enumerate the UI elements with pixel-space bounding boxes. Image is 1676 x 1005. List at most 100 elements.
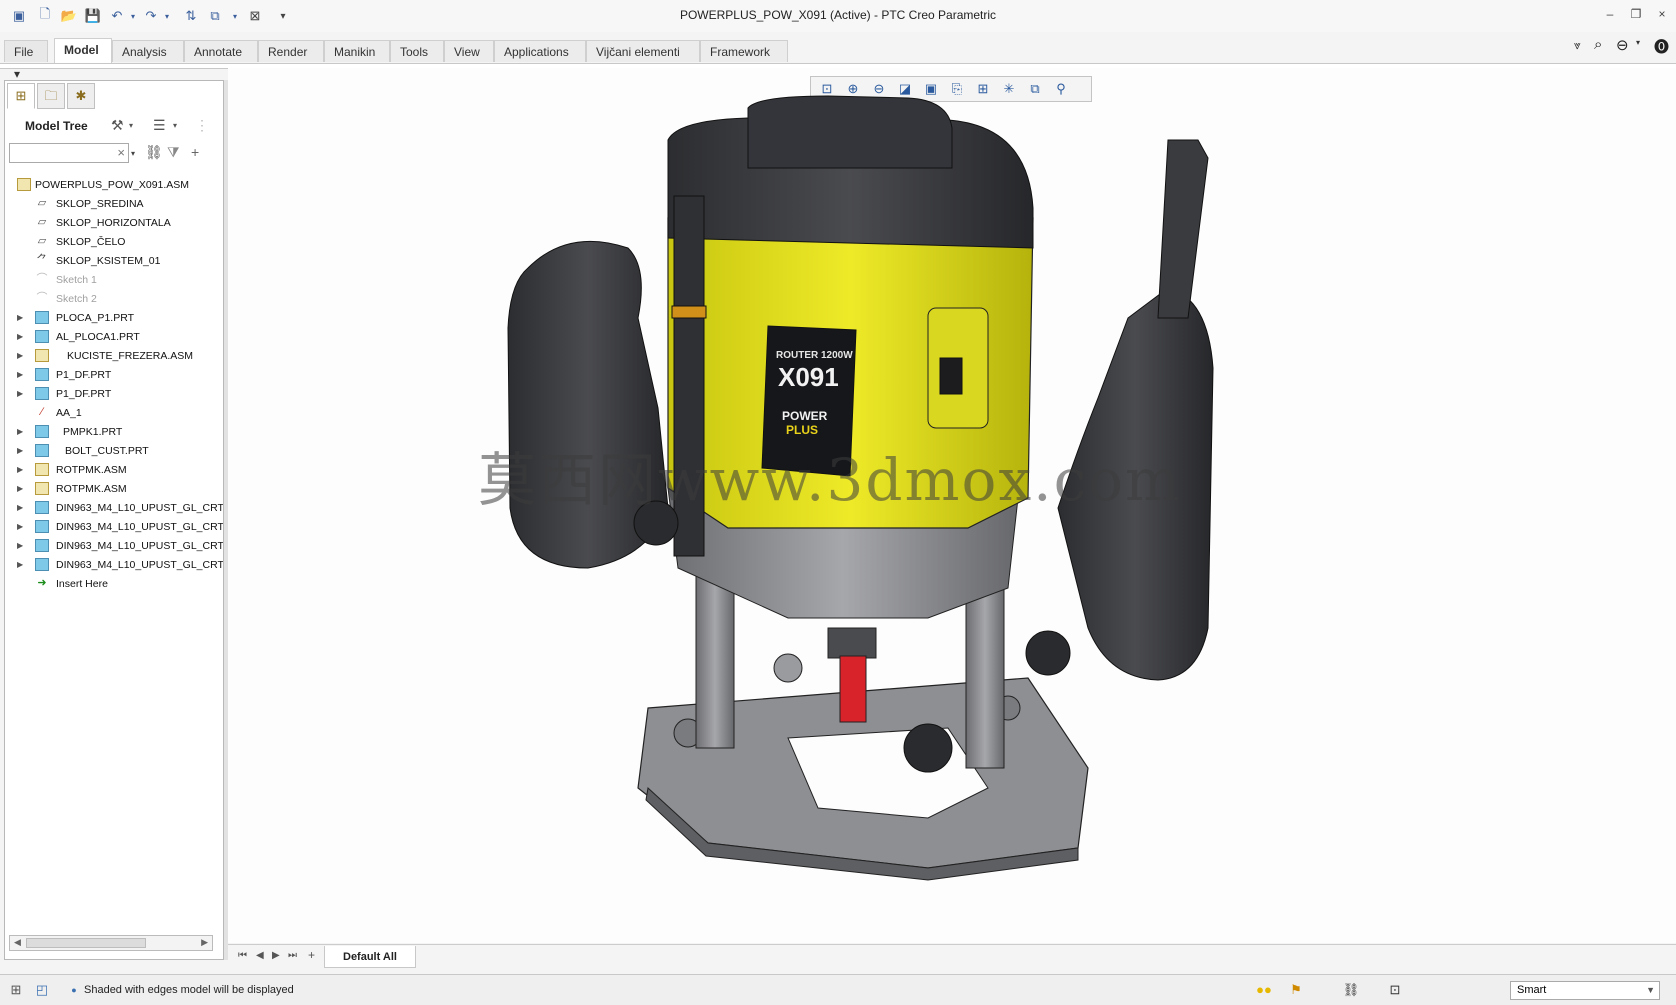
tree-item[interactable]: ➜ Insert Here [5, 574, 223, 594]
find-binoculars-icon[interactable]: ⛓ [145, 144, 163, 161]
tree-settings-dropdown-icon[interactable]: ▾ [129, 121, 133, 130]
flag-icon[interactable]: ⚑ [1286, 980, 1306, 1000]
router-bit[interactable] [839, 655, 867, 723]
selection-list-icon[interactable]: ⊡ [1384, 980, 1406, 1000]
tree-item[interactable]: ▱ SKLOP_ČELO [5, 232, 223, 252]
expand-arrow-icon[interactable]: ▶ [17, 422, 23, 442]
tree-columns-icon[interactable]: ⋮ [195, 117, 209, 134]
clear-search-icon[interactable]: × [117, 145, 125, 160]
scroll-right-icon[interactable]: ▶ [201, 937, 208, 948]
next-tab-icon[interactable]: ▶ [272, 950, 280, 961]
favorites-tab-icon[interactable]: ✱ [67, 83, 95, 109]
toggle-browser-icon[interactable]: ◰ [32, 980, 52, 1000]
tab-file[interactable]: File ▾ [4, 40, 48, 81]
tree-item[interactable]: ⺈ SKLOP_KSISTEM_01 [5, 251, 223, 271]
tab-view[interactable]: View [444, 40, 494, 62]
scrollbar-thumb[interactable] [26, 938, 146, 948]
scroll-left-icon[interactable]: ◀ [14, 937, 21, 948]
minimize-button[interactable]: – [1600, 7, 1620, 23]
community-dropdown-icon[interactable]: ▾ [1636, 38, 1640, 47]
tree-item[interactable]: ⌒ Sketch 2 [5, 289, 223, 309]
tab-default-all[interactable]: Default All [324, 946, 416, 968]
expand-arrow-icon[interactable]: ▶ [17, 365, 23, 385]
show-list-dropdown-icon[interactable]: ▾ [173, 121, 177, 130]
expand-arrow-icon[interactable]: ▶ [17, 327, 23, 347]
expand-arrow-icon[interactable]: ▶ [17, 555, 23, 575]
tab-analysis[interactable]: Analysis [112, 40, 184, 62]
tab-render[interactable]: Render [258, 40, 324, 62]
expand-arrow-icon[interactable]: ▶ [17, 536, 23, 556]
collet[interactable] [827, 627, 877, 659]
depth-lock-knob[interactable] [903, 723, 953, 773]
title-bar: ▣ 🗋 📂 💾 ↶ ▾ ↷ ▾ ⇅ ⧉ ▾ ⊠ ▾ POWERPLUS_POW_… [0, 0, 1676, 32]
tab-manikin[interactable]: Manikin [324, 40, 390, 62]
tab-tools[interactable]: Tools [390, 40, 444, 62]
window-title: POWERPLUS_POW_X091 (Active) - PTC Creo P… [679, 8, 997, 22]
right-lock-knob[interactable] [1025, 630, 1071, 676]
expand-arrow-icon[interactable]: ▶ [17, 384, 23, 404]
model-tree-tab-icon[interactable]: ⊞ [7, 83, 35, 109]
tree-item[interactable]: ▶ DIN963_M4_L10_UPUST_GL_CRT/ [5, 555, 223, 575]
tree-search-input[interactable]: × [9, 143, 129, 163]
search-icon[interactable]: ⌕ [1594, 36, 1602, 53]
graphics-window[interactable]: ⊡ ⊕ ⊖ ◪ ▣ ⎘ ⊞ ✳ ⧉ ⚲ ROUTER 1200W X091 PO… [228, 68, 1676, 943]
tab-framework[interactable]: Framework [700, 40, 788, 62]
tree-item[interactable]: ▶ AL_PLOCA1.PRT [5, 327, 223, 347]
tab-model[interactable]: Model [54, 38, 112, 63]
tree-item[interactable]: ▶ BOLT_CUST.PRT [5, 441, 223, 461]
insert-arrow-icon: ➜ [37, 577, 47, 589]
tab-applications[interactable]: Applications [494, 40, 586, 62]
regen-status-icon[interactable]: ●● [1250, 980, 1278, 1000]
first-tab-icon[interactable]: ⏮ [238, 950, 247, 961]
cord-guard[interactable] [1157, 139, 1209, 319]
expand-arrow-icon[interactable]: ▶ [17, 517, 23, 537]
last-tab-icon[interactable]: ⏭ [288, 950, 297, 961]
tree-item[interactable]: ▱ SKLOP_SREDINA [5, 194, 223, 214]
restore-button[interactable]: ❐ [1626, 7, 1646, 23]
tree-item[interactable]: ▶ ROTPMK.ASM [5, 460, 223, 480]
find-binoculars-status-icon[interactable]: ⛓ [1340, 980, 1362, 1000]
minimize-ribbon-icon[interactable]: ⩔ [1574, 38, 1581, 53]
show-list-icon[interactable]: ☰ [153, 117, 166, 134]
tree-item[interactable]: POWERPLUS_POW_X091.ASM [5, 175, 223, 195]
help-icon[interactable]: ⓿ [1654, 36, 1669, 57]
tree-item[interactable]: ∕ AA_1 [5, 403, 223, 423]
tree-item[interactable]: ⌒ Sketch 1 [5, 270, 223, 290]
add-column-icon[interactable]: + [191, 144, 199, 160]
router-model[interactable]: ROUTER 1200W X091 POWER PLUS 莫西网www.3dmo… [228, 68, 1676, 943]
datum-plane-icon: ▱ [37, 235, 47, 247]
tree-settings-icon[interactable]: ⚒ [111, 117, 124, 134]
filter-icon[interactable]: ⧩ [167, 144, 180, 161]
close-button[interactable]: × [1652, 7, 1672, 23]
tab-vijcani-elementi[interactable]: Vijčani elementi [586, 40, 700, 62]
expand-arrow-icon[interactable]: ▶ [17, 346, 23, 366]
folder-browser-tab-icon[interactable]: 🗀 [37, 83, 65, 109]
tree-item-label: Sketch 2 [56, 293, 97, 305]
expand-arrow-icon[interactable]: ▶ [17, 441, 23, 461]
community-icon[interactable]: ⊖ [1616, 36, 1629, 54]
expand-arrow-icon[interactable]: ▶ [17, 498, 23, 518]
tree-item-label: DIN963_M4_L10_UPUST_GL_CRT/ [56, 540, 223, 552]
svg-text:POWER: POWER [782, 409, 828, 423]
expand-arrow-icon[interactable]: ▶ [17, 479, 23, 499]
tree-item[interactable]: ▶ DIN963_M4_L10_UPUST_GL_CRT/ [5, 536, 223, 556]
prev-tab-icon[interactable]: ◀ [256, 950, 264, 961]
expand-arrow-icon[interactable]: ▶ [17, 460, 23, 480]
tree-horizontal-scrollbar[interactable]: ◀ ▶ [9, 935, 213, 951]
tree-item[interactable]: ▶ P1_DF.PRT [5, 365, 223, 385]
tree-item[interactable]: ▶ PMPK1.PRT [5, 422, 223, 442]
tree-item[interactable]: ▱ SKLOP_HORIZONTALA [5, 213, 223, 233]
tree-item[interactable]: ▶ PLOCA_P1.PRT [5, 308, 223, 328]
tree-item[interactable]: ▶ DIN963_M4_L10_UPUST_GL_CRT/ [5, 517, 223, 537]
selection-filter-select[interactable]: Smart ▼ [1510, 981, 1660, 1000]
toggle-navigator-icon[interactable]: ⊞ [6, 980, 26, 1000]
tree-item[interactable]: ▶ KUCISTE_FREZERA.ASM [5, 346, 223, 366]
tab-annotate[interactable]: Annotate [184, 40, 258, 62]
tree-item[interactable]: ▶ ROTPMK.ASM [5, 479, 223, 499]
add-tab-icon[interactable]: + [308, 948, 315, 962]
search-dropdown-icon[interactable]: ▾ [131, 149, 135, 158]
tree-item-label: PMPK1.PRT [63, 426, 123, 438]
expand-arrow-icon[interactable]: ▶ [17, 308, 23, 328]
tree-item[interactable]: ▶ P1_DF.PRT [5, 384, 223, 404]
tree-item[interactable]: ▶ DIN963_M4_L10_UPUST_GL_CRT/ [5, 498, 223, 518]
